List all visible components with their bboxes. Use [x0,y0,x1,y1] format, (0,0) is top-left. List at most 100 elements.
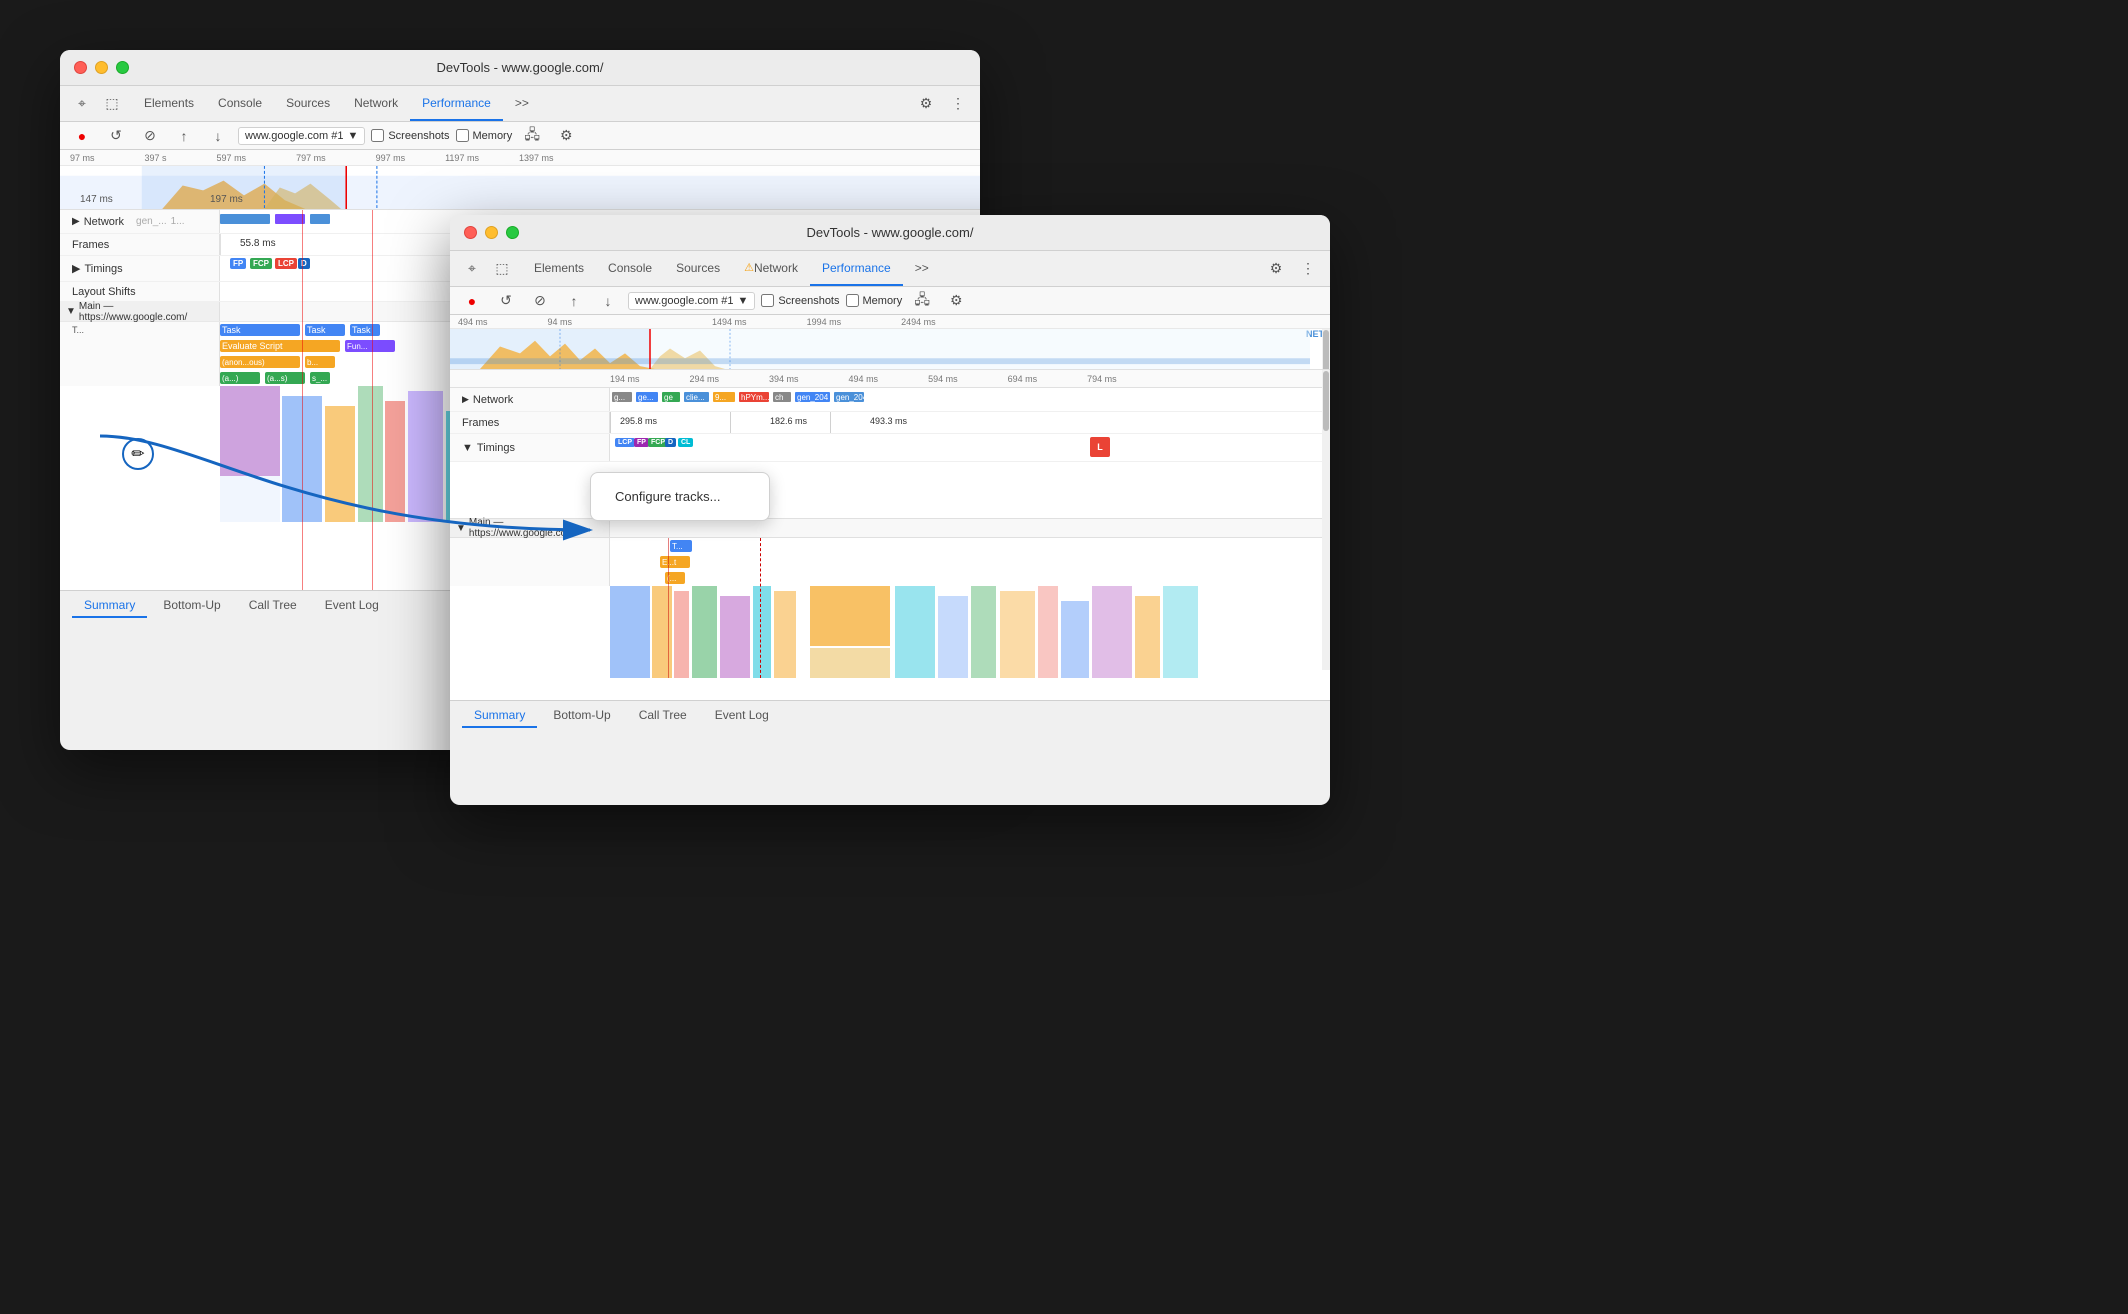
front-more-icon[interactable]: ⋮ [1294,255,1322,283]
front-tab-performance[interactable]: Performance [810,251,903,286]
front-flame-row-1: T... [450,538,1330,554]
back-close-button[interactable] [74,61,87,74]
front-memory-checkbox[interactable] [846,294,859,307]
back-tab-network[interactable]: Network [342,86,410,121]
front-clear-icon[interactable]: ⊘ [526,287,554,315]
back-cursor-icon[interactable]: ⌖ [68,90,96,118]
front-configure-tracks-item[interactable]: Configure tracks... [591,481,769,512]
front-net-ge2: ge [662,392,680,402]
back-tab-bottomup[interactable]: Bottom-Up [151,594,232,618]
front-net-9: 9... [713,392,735,402]
front-tab-more[interactable]: >> [903,251,941,286]
front-screenshots-check[interactable]: Screenshots [761,294,839,307]
front-track-scrollbar[interactable] [1322,370,1330,670]
front-record-icon[interactable]: ● [458,287,486,315]
back-tab-eventlog[interactable]: Event Log [313,594,391,618]
back-device-icon[interactable]: ⬚ [98,90,126,118]
front-tab-network[interactable]: ⚠ Network [732,251,810,286]
back-record-icon[interactable]: ● [68,122,96,150]
front-flame-row3-label [450,570,610,586]
front-flame-area: T... E...t (... [450,538,1330,678]
front-min-button[interactable] [485,226,498,239]
front-main-header: ▼ Main — https://www.google.com/ [450,518,1330,538]
front-url-text: www.google.com #1 [635,295,733,307]
back-net-bar-3 [310,214,330,224]
front-throttle-icon[interactable]: 🖧 [908,287,936,315]
back-screenshots-check[interactable]: Screenshots [371,129,449,142]
front-frame-sep-1 [610,412,611,433]
front-tab-bottomup[interactable]: Bottom-Up [541,704,622,728]
front-flame-row2-content: E...t [610,554,1330,570]
front-network-track: ▶ Network g... ge... ge clie... 9... hPY… [450,388,1330,412]
back-tab-more[interactable]: >> [503,86,541,121]
back-tab-console[interactable]: Console [206,86,274,121]
back-clear-icon[interactable]: ⊘ [136,122,164,150]
back-network-gen: gen_... [136,216,167,227]
front-tab-calltree[interactable]: Call Tree [627,704,699,728]
front-tab-eventlog[interactable]: Event Log [703,704,781,728]
back-reload-icon[interactable]: ↺ [102,122,130,150]
back-url-selector[interactable]: www.google.com #1 ▼ [238,127,365,145]
back-tab-sources[interactable]: Sources [274,86,342,121]
front-reload-icon[interactable]: ↺ [492,287,520,315]
front-tab-summary[interactable]: Summary [462,704,537,728]
back-gear-icon[interactable]: ⚙ [912,90,940,118]
back-screenshots-checkbox[interactable] [371,129,384,142]
front-et: E...t [660,556,690,568]
front-close-button[interactable] [464,226,477,239]
back-tab-elements[interactable]: Elements [132,86,206,121]
front-network-content: g... ge... ge clie... 9... hPYm... ch ge… [610,388,1330,411]
back-a1: (a...) [220,372,260,384]
back-time-range-start: 147 ms [80,194,113,205]
front-max-button[interactable] [506,226,519,239]
back-network-label: ▶ Network gen_... 1... [60,210,220,233]
front-settings-icon[interactable]: ⚙ [942,287,970,315]
front-gear-icon[interactable]: ⚙ [1262,255,1290,283]
front-tab-console[interactable]: Console [596,251,664,286]
back-flame-row4-label [60,370,220,386]
front-url-selector[interactable]: www.google.com #1 ▼ [628,292,755,310]
front-frames-val1: 295.8 ms [620,416,657,426]
front-timing-d: D [665,438,676,447]
back-max-button[interactable] [116,61,129,74]
back-tab-summary[interactable]: Summary [72,594,147,618]
back-download-icon[interactable]: ↓ [204,122,232,150]
front-screenshots-checkbox[interactable] [761,294,774,307]
front-tab-elements[interactable]: Elements [522,251,596,286]
front-frames-val3: 493.3 ms [870,416,907,426]
back-memory-checkbox[interactable] [456,129,469,142]
back-more-icon[interactable]: ⋮ [944,90,972,118]
front-download-icon[interactable]: ↓ [594,287,622,315]
front-frame-sep-3 [830,412,831,433]
front-timing-l: L [1090,437,1110,457]
front-time-1994: 1994 ms [807,317,842,327]
front-tab-sources[interactable]: Sources [664,251,732,286]
front-devtools-window: DevTools - www.google.com/ ⌖ ⬚ Elements … [450,215,1330,805]
back-url-text: www.google.com #1 [245,130,343,142]
front-flame-row2-label [450,554,610,570]
front-scrollbar[interactable] [1322,329,1330,369]
front-time-1494: 1494 ms [712,317,747,327]
back-window-title: DevTools - www.google.com/ [437,60,604,75]
front-net-gen204b: gen_204... [834,392,864,402]
front-device-icon[interactable]: ⬚ [488,255,516,283]
front-cursor-icon[interactable]: ⌖ [458,255,486,283]
back-min-button[interactable] [95,61,108,74]
front-timing-cl: CL [678,438,693,447]
back-url-chevron: ▼ [347,130,358,142]
back-edit-circle[interactable]: ✏ [122,438,154,470]
back-tab-performance[interactable]: Performance [410,86,503,121]
front-net-g: g... [612,392,632,402]
front-toolbar2: ● ↺ ⊘ ↑ ↓ www.google.com #1 ▼ Screenshot… [450,287,1330,315]
front-upload-icon[interactable]: ↑ [560,287,588,315]
back-timing-lcp: LCP [275,258,297,269]
back-window-controls [74,61,129,74]
back-settings-icon[interactable]: ⚙ [552,122,580,150]
back-tab-calltree[interactable]: Call Tree [237,594,309,618]
front-memory-check[interactable]: Memory [846,294,903,307]
front-tracks-area: 194 ms 294 ms 394 ms 494 ms 594 ms 694 m… [450,370,1330,700]
back-throttle-icon[interactable]: 🖧 [518,122,546,150]
back-upload-icon[interactable]: ↑ [170,122,198,150]
back-time-range-end: 197 ms [210,194,243,205]
back-memory-check[interactable]: Memory [456,129,513,142]
